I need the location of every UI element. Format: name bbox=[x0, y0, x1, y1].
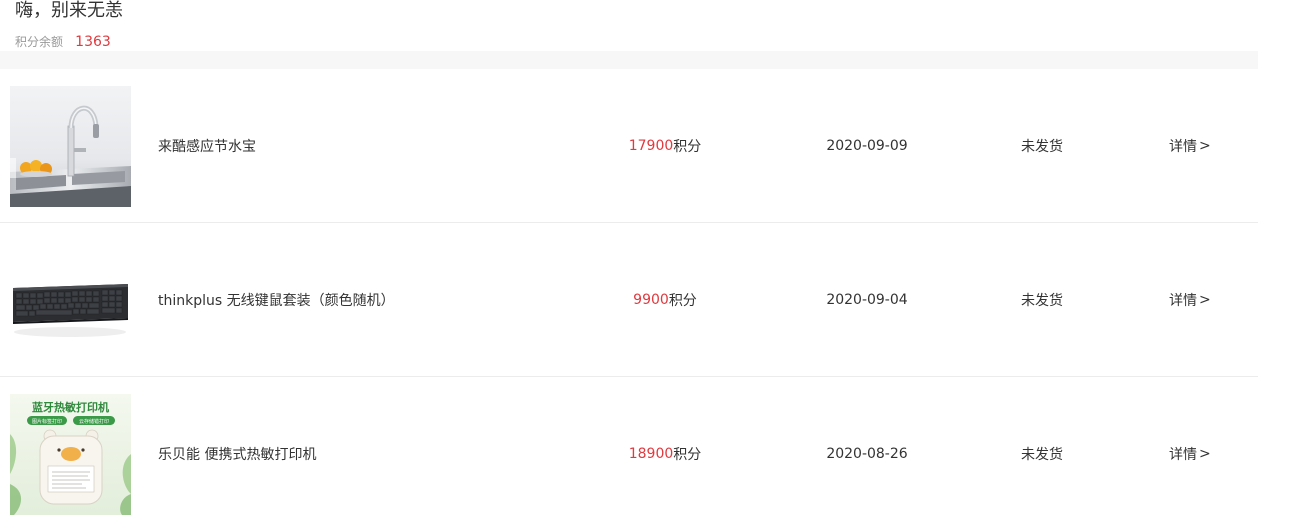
order-row: thinkplus 无线键鼠套装（颜色随机） 9900 积分 2020-09-04… bbox=[0, 223, 1258, 377]
detail-link[interactable]: 详情 > bbox=[1169, 223, 1229, 377]
keyboard-image[interactable] bbox=[10, 240, 131, 361]
detail-link-label: 详情 bbox=[1169, 139, 1197, 155]
order-points: 9900 积分 bbox=[580, 223, 750, 377]
detail-link[interactable]: 详情 > bbox=[1169, 69, 1229, 223]
order-row: 来酷感应节水宝 17900 积分 2020-09-09 未发货 详情 > bbox=[0, 69, 1258, 223]
product-name[interactable]: 来酷感应节水宝 bbox=[158, 69, 578, 223]
detail-link-label: 详情 bbox=[1169, 293, 1197, 309]
product-name[interactable]: thinkplus 无线键鼠套装（颜色随机） bbox=[158, 223, 578, 377]
points-balance: 积分余额 1363 bbox=[15, 33, 111, 52]
order-points: 17900 积分 bbox=[580, 69, 750, 223]
order-status: 未发货 bbox=[1021, 293, 1063, 309]
printer-image[interactable]: 蓝牙热敏打印机 图片标签打印 云存储错打印 bbox=[10, 394, 131, 515]
printer-image-tag-right: 云存储错打印 bbox=[79, 418, 109, 425]
detail-link-label: 详情 bbox=[1169, 447, 1197, 463]
order-status: 未发货 bbox=[1021, 447, 1063, 463]
order-points-value: 9900 bbox=[633, 292, 669, 308]
printer-image-tag-left: 图片标签打印 bbox=[32, 418, 62, 425]
order-points-value: 17900 bbox=[628, 138, 674, 154]
chevron-right-icon: > bbox=[1199, 292, 1211, 308]
greeting-title: 嗨，别来无恙 bbox=[15, 0, 123, 21]
order-row: 蓝牙热敏打印机 图片标签打印 云存储错打印 乐贝能 便携式热敏打印机 18900… bbox=[0, 377, 1258, 518]
order-date: 2020-08-26 bbox=[826, 446, 908, 462]
order-date: 2020-09-04 bbox=[826, 292, 908, 308]
order-points-unit: 积分 bbox=[673, 139, 702, 155]
faucet-image[interactable] bbox=[10, 86, 131, 207]
product-name[interactable]: 乐贝能 便携式热敏打印机 bbox=[158, 377, 578, 518]
order-points: 18900 积分 bbox=[580, 377, 750, 518]
detail-link[interactable]: 详情 > bbox=[1169, 377, 1229, 518]
chevron-right-icon: > bbox=[1199, 446, 1211, 462]
points-balance-value: 1363 bbox=[75, 34, 111, 50]
section-divider bbox=[0, 51, 1258, 69]
order-points-unit: 积分 bbox=[668, 293, 697, 309]
order-points-unit: 积分 bbox=[673, 447, 702, 463]
order-points-value: 18900 bbox=[628, 446, 674, 462]
order-status: 未发货 bbox=[1021, 139, 1063, 155]
printer-image-title: 蓝牙热敏打印机 bbox=[32, 400, 109, 414]
points-orders-page: 嗨，别来无恙 积分余额 1363 来酷感应节水宝 17900 积分 2020-0… bbox=[0, 0, 1296, 518]
points-balance-label: 积分余额 bbox=[15, 35, 64, 49]
order-date: 2020-09-09 bbox=[826, 138, 908, 154]
order-list: 来酷感应节水宝 17900 积分 2020-09-09 未发货 详情 > thi… bbox=[0, 69, 1258, 518]
chevron-right-icon: > bbox=[1199, 138, 1211, 154]
